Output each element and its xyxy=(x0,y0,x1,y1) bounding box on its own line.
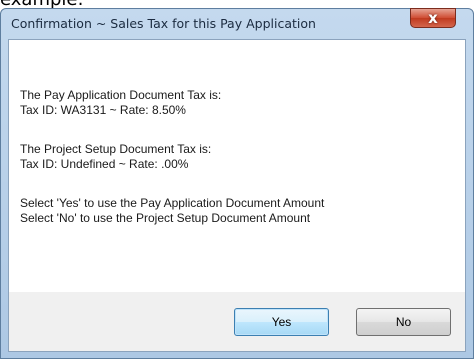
pay-application-tax-info: The Pay Application Document Tax is: Tax… xyxy=(20,88,221,118)
instruction-yes: Select 'Yes' to use the Pay Application … xyxy=(20,196,325,210)
dialog-client-area: The Pay Application Document Tax is: Tax… xyxy=(8,39,466,352)
pay-application-tax-line: Tax ID: WA3131 ~ Rate: 8.50% xyxy=(20,103,186,117)
no-button[interactable]: No xyxy=(356,308,451,336)
close-button[interactable]: x xyxy=(410,8,456,28)
confirmation-dialog: Confirmation ~ Sales Tax for this Pay Ap… xyxy=(0,8,474,359)
message-panel: The Pay Application Document Tax is: Tax… xyxy=(9,40,465,292)
project-setup-tax-line: Tax ID: Undefined ~ Rate: .00% xyxy=(20,157,189,171)
pay-application-heading: The Pay Application Document Tax is: xyxy=(20,88,222,102)
close-icon: x xyxy=(428,9,438,27)
dialog-title: Confirmation ~ Sales Tax for this Pay Ap… xyxy=(11,16,316,31)
yes-button[interactable]: Yes xyxy=(234,308,329,336)
project-setup-heading: The Project Setup Document Tax is: xyxy=(20,142,212,156)
instruction-no: Select 'No' to use the Project Setup Doc… xyxy=(20,211,311,225)
title-bar[interactable]: Confirmation ~ Sales Tax for this Pay Ap… xyxy=(1,8,473,39)
instructions: Select 'Yes' to use the Pay Application … xyxy=(20,196,324,226)
project-setup-tax-info: The Project Setup Document Tax is: Tax I… xyxy=(20,142,211,172)
